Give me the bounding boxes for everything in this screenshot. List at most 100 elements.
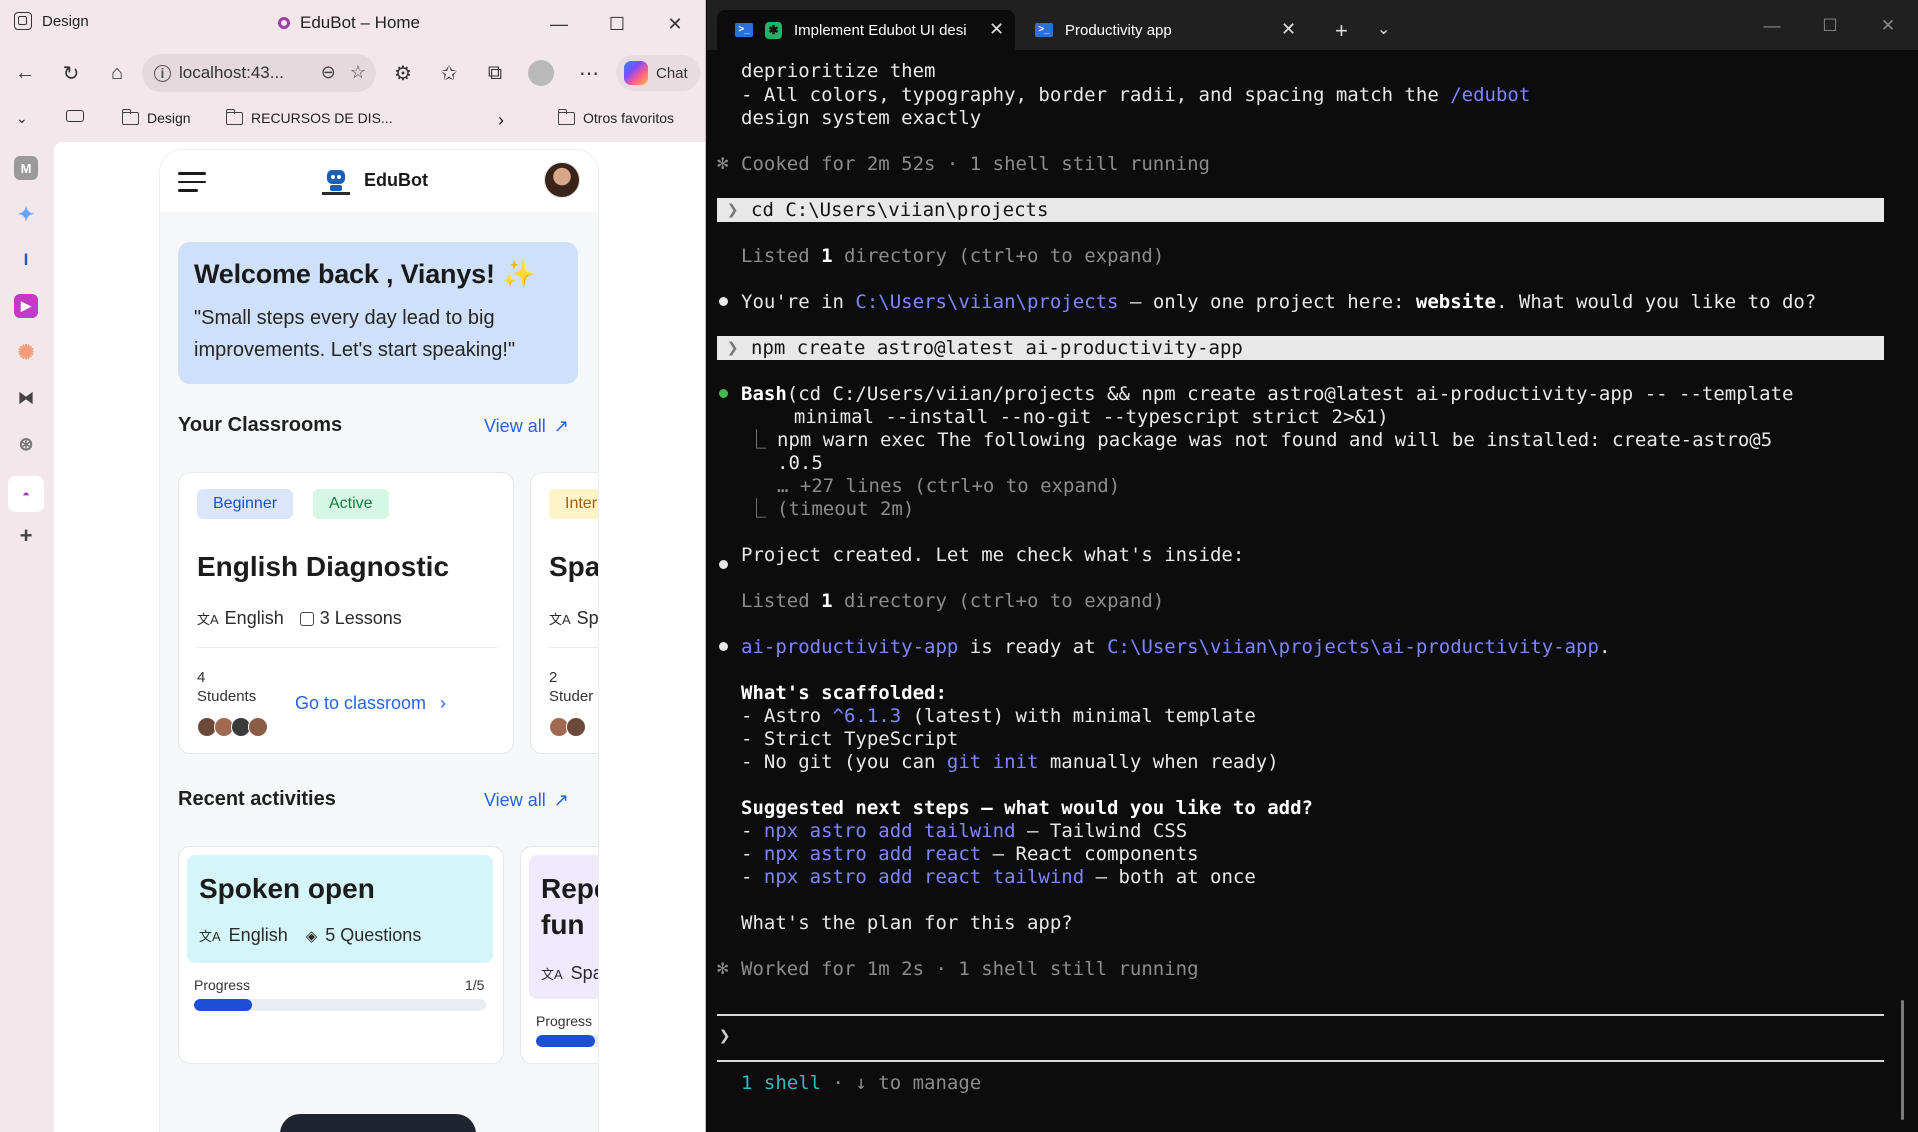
minimize-icon[interactable]: — [1743,12,1801,40]
tab-actions-icon[interactable] [66,110,84,122]
output-line: What's scaffolded: [741,682,947,704]
favorites-icon[interactable]: ✩ [432,56,466,90]
home-icon[interactable]: ⌂ [100,56,134,90]
progress-fill [536,1035,595,1047]
sidebar-play-icon[interactable]: ▶ [14,294,38,318]
new-tab-icon[interactable]: + [1335,18,1348,44]
command-bar: ❯ npm create astro@latest ai-productivity… [717,336,1884,360]
input-divider [717,1014,1884,1016]
close-tab-icon[interactable]: ✕ [989,19,1004,40]
output-line: - npx astro add tailwind – Tailwind CSS [741,820,1188,842]
favorite-star-icon[interactable]: ☆ [350,62,366,83]
status-line: Cooked for 2m 52s · 1 shell still runnin… [741,153,1210,175]
bottom-nav-bar[interactable] [280,1114,476,1132]
tree-icon: ⎿ [747,429,767,451]
terminal-tab-productivity[interactable]: >_ Productivity app ✕ [1017,10,1311,50]
maximize-icon[interactable]: ☐ [588,8,646,40]
terminal-tab-edubot[interactable]: >_ ✱ Implement Edubot UI desi ✕ [717,10,1015,50]
tab-label: Implement Edubot UI desi [794,21,967,39]
address-bar[interactable]: i localhost:43... ⊖ ☆ [142,54,376,92]
minimize-icon[interactable]: — [530,8,588,40]
output-line: ai-productivity-app is ready at C:\Users… [741,636,1611,658]
sidebar-edubot-icon[interactable]: ◓ [8,476,44,512]
command-text: cd C:\Users\viian\projects [751,199,1049,221]
translate-icon: 文A [541,967,563,982]
copilot-icon [624,61,648,85]
asterisk-icon: ✻ [717,152,729,174]
activity-card[interactable]: Spoken open 文A English ◈ 5 Questions Pro… [178,846,504,1064]
site-info-icon[interactable]: i [154,64,171,82]
arrow-up-right-icon: ↗ [553,416,569,436]
classroom-card[interactable]: Beginner Active English Diagnostic 文A En… [178,472,514,754]
status-badge: Active [313,489,389,519]
avatar [248,717,268,737]
bookmarks-overflow-icon[interactable]: › [498,110,504,131]
collapse-chevron-icon[interactable]: ⌄ [16,110,28,127]
output-line: Listed 1 directory (ctrl+o to expand) [741,590,1165,612]
activities-view-all-link[interactable]: View all ↗ [484,790,569,811]
expand-hint[interactable]: … +27 lines (ctrl+o to expand) [777,475,1120,498]
close-icon[interactable]: ✕ [1859,12,1917,40]
output-line: - All colors, typography, border radii, … [741,84,1531,106]
copilot-chat-button[interactable]: Chat [616,55,700,91]
bullet-icon [719,642,728,651]
classroom-card[interactable]: Inter Spa 文A Spa 2 Studer [530,472,598,754]
browser-titlebar: Design EduBot – Home — ☐ ✕ [0,0,705,48]
output-line: - npx astro add react – React components [741,843,1199,865]
sidebar-openai-icon[interactable]: ⊛ [14,432,38,456]
output-line: - Astro ^6.1.3 (latest) with minimal tem… [741,705,1256,727]
level-badge: Inter [549,489,598,519]
screenshot-icon[interactable]: ⧉ [478,56,512,90]
bookmarks-bar: ⌄ Design RECURSOS DE DIS... › Otros favo… [0,100,705,138]
activity-card[interactable]: Repe fun 文A Spa Progress [520,846,598,1064]
sidebar-add-icon[interactable]: + [14,523,38,548]
prompt-input[interactable]: ❯ [719,1025,730,1048]
zoom-icon[interactable]: ⊖ [321,62,336,83]
classrooms-view-all-link[interactable]: View all ↗ [484,416,569,437]
output-line: design system exactly [741,107,982,129]
sidebar-app-sun-icon[interactable]: ✺ [14,340,38,364]
activity-header: Repe fun 文A Spa [529,855,598,999]
folder-icon [225,108,243,125]
browser-window: Design EduBot – Home — ☐ ✕ ← ↻ ⌂ i local… [0,0,706,1132]
bash-call: Bash(cd C:/Users/viian/projects && npm c… [741,383,1794,405]
close-tab-icon[interactable]: ✕ [1281,19,1296,40]
bash-output: npm warn exec The following package was … [777,429,1773,451]
workspace-button[interactable]: Design [14,12,89,30]
translate-icon: 文A [199,929,221,944]
students-label: Studer [549,688,594,705]
close-icon[interactable]: ✕ [646,8,704,40]
success-bullet-icon [719,389,728,398]
prompt-chevron-icon: ❯ [727,199,739,221]
edubot-logo[interactable]: EduBot [320,164,428,196]
maximize-icon[interactable]: ☐ [1801,12,1859,40]
profile-icon[interactable] [524,56,558,90]
sidebar-app-i-icon[interactable]: I [14,248,38,272]
extensions-icon[interactable]: ⚙ [386,56,420,90]
bookmark-recursos[interactable]: RECURSOS DE DIS... [225,108,393,126]
progress-bar [536,1035,598,1047]
output-line: You're in C:\Users\viian\projects – only… [741,291,1817,313]
activities-heading: Recent activities [178,788,336,810]
reload-icon[interactable]: ↻ [54,56,88,90]
go-to-classroom-link[interactable]: Go to classroom › [295,693,446,714]
sidebar-gemini-icon[interactable]: ✦ [14,202,38,226]
bookmark-otros[interactable]: Otros favoritos [557,108,674,126]
menu-icon[interactable] [178,172,206,192]
output-line: - npx astro add react tailwind – both at… [741,866,1256,888]
progress-count: 1/5 [465,977,485,993]
classroom-title: Spa [549,551,598,582]
more-icon[interactable]: ⋯ [572,56,606,90]
back-icon[interactable]: ← [8,56,42,90]
user-avatar[interactable] [544,162,580,198]
folder-icon [121,108,139,125]
terminal-scrollbar[interactable] [1901,1000,1904,1120]
sidebar-dumbbell-icon[interactable]: ⧓ [14,386,38,410]
active-tab[interactable]: EduBot – Home [278,13,420,33]
sidebar-app-m-icon[interactable]: M [14,156,38,180]
tab-dropdown-icon[interactable]: ⌄ [1377,19,1390,39]
bookmark-design[interactable]: Design [121,108,191,126]
activity-language: English [228,925,288,945]
shell-status[interactable]: 1 shell · ↓ to manage [741,1072,981,1095]
output-line: Listed 1 directory (ctrl+o to expand) [741,245,1165,267]
